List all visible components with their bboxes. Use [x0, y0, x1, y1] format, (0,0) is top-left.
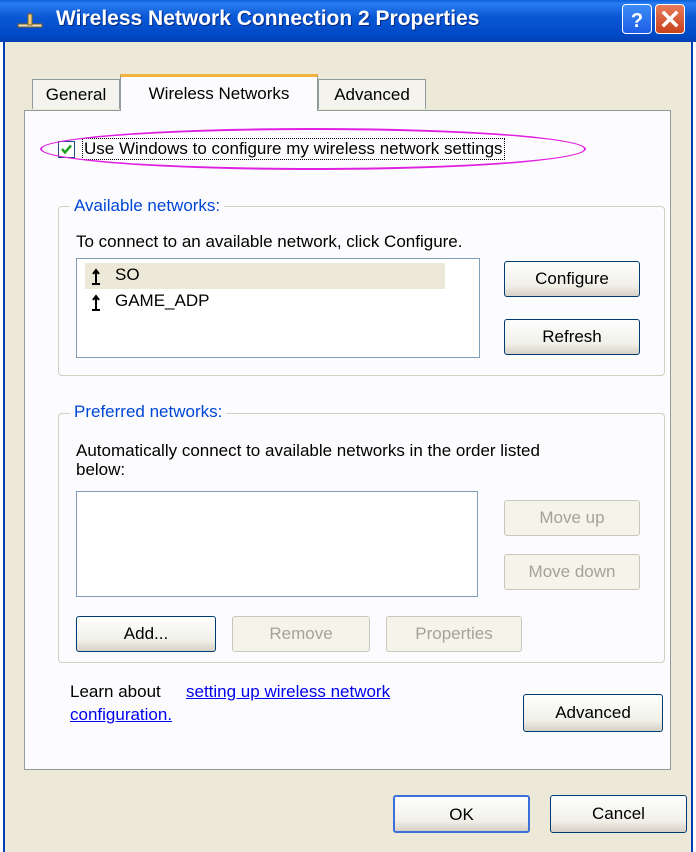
add-button-label: Add...: [123, 624, 169, 643]
checkmark-icon: [61, 144, 72, 155]
antenna-icon: [92, 294, 100, 311]
use-windows-checkbox[interactable]: [58, 141, 75, 158]
advanced-button-label: Advanced: [555, 703, 631, 722]
tab-wireless-networks[interactable]: Wireless Networks: [120, 74, 318, 111]
list-item[interactable]: SO: [85, 263, 445, 289]
window-title: Wireless Network Connection 2 Properties: [56, 7, 480, 30]
configure-button[interactable]: Configure: [504, 261, 640, 297]
setup-link-line2[interactable]: configuration.: [70, 705, 172, 725]
refresh-button-label: Refresh: [542, 327, 602, 346]
help-button[interactable]: ?: [622, 4, 652, 34]
refresh-button[interactable]: Refresh: [504, 319, 640, 355]
move-down-button-label: Move down: [528, 562, 616, 581]
preferred-networks-legend: Preferred networks:: [70, 402, 227, 422]
preferred-networks-instructions-line1: Automatically connect to available netwo…: [76, 441, 540, 460]
add-button[interactable]: Add...: [76, 616, 216, 652]
network-name: SO: [115, 265, 140, 284]
close-x-icon: [661, 10, 679, 28]
ok-button-label: OK: [449, 805, 474, 824]
network-name: GAME_ADP: [115, 291, 210, 310]
move-down-button[interactable]: Move down: [504, 554, 640, 590]
tab-advanced[interactable]: Advanced: [318, 79, 426, 109]
tab-label: General: [45, 85, 107, 104]
properties-button-label: Properties: [415, 624, 493, 643]
title-bar[interactable]: Wireless Network Connection 2 Properties…: [0, 0, 696, 42]
cancel-button-label: Cancel: [592, 804, 645, 823]
cancel-button[interactable]: Cancel: [550, 795, 687, 833]
available-networks-instructions: To connect to an available network, clic…: [76, 232, 463, 251]
use-windows-checkbox-label[interactable]: Use Windows to configure my wireless net…: [82, 138, 505, 160]
tab-label: Wireless Networks: [148, 84, 290, 103]
preferred-networks-list[interactable]: [76, 491, 478, 597]
available-networks-list[interactable]: SO GAME_ADP: [76, 258, 480, 358]
ok-button[interactable]: OK: [393, 795, 530, 833]
tab-label: Advanced: [334, 85, 410, 104]
network-connection-icon: [17, 13, 43, 28]
configure-button-label: Configure: [535, 269, 609, 288]
remove-button-label: Remove: [269, 624, 333, 643]
move-up-button-label: Move up: [539, 508, 605, 527]
svg-text:?: ?: [631, 10, 643, 32]
antenna-icon: [92, 268, 100, 285]
preferred-networks-instructions-line2: below:: [76, 460, 126, 479]
properties-dialog: Wireless Network Connection 2 Properties…: [0, 0, 696, 852]
learn-about-text: Learn about: [70, 682, 161, 701]
remove-button[interactable]: Remove: [232, 616, 370, 652]
close-button[interactable]: [655, 4, 685, 34]
list-item[interactable]: GAME_ADP: [85, 289, 445, 315]
advanced-button[interactable]: Advanced: [523, 694, 663, 732]
available-networks-legend: Available networks:: [70, 196, 225, 216]
help-question-icon: ?: [631, 10, 643, 32]
setup-link-line1[interactable]: setting up wireless network: [186, 682, 390, 702]
move-up-button[interactable]: Move up: [504, 500, 640, 536]
tab-general[interactable]: General: [32, 79, 120, 109]
properties-button[interactable]: Properties: [386, 616, 522, 652]
